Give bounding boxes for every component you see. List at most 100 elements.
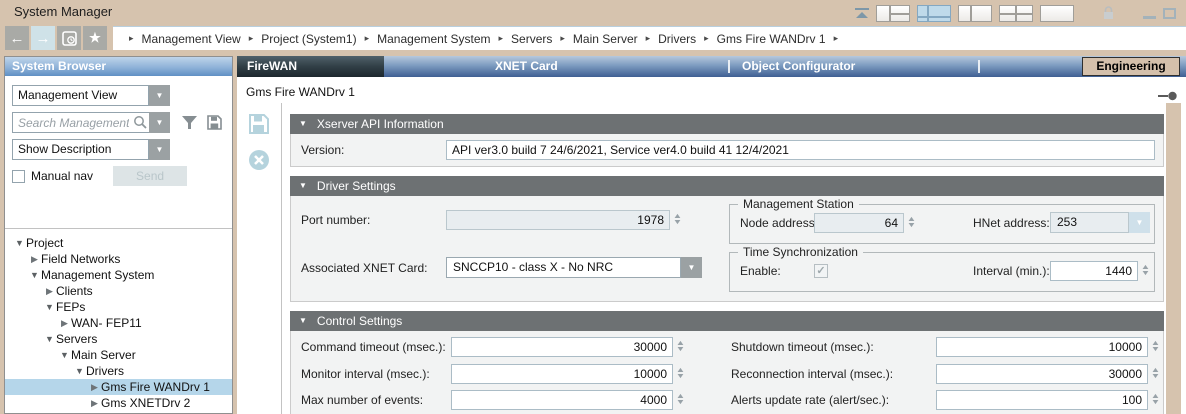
monitor-interval-stepper[interactable]: ▲▼ <box>674 364 686 384</box>
interval-stepper[interactable]: ▲▼ <box>1139 261 1151 281</box>
tree-item-feps[interactable]: ▼FEPs <box>5 299 232 315</box>
shutdown-timeout-field[interactable] <box>936 337 1148 357</box>
divider <box>281 103 282 414</box>
layout-preset-3-button[interactable] <box>958 5 992 22</box>
chevron-down-icon[interactable]: ▼ <box>149 139 170 160</box>
control-row: Max number of events: ▲▼ Alerts update r… <box>291 390 1163 410</box>
search-input[interactable] <box>12 112 149 133</box>
save-button[interactable] <box>248 113 270 135</box>
maximize-icon[interactable] <box>1163 8 1176 19</box>
command-timeout-field[interactable] <box>451 337 673 357</box>
tree-expander-icon[interactable]: ▶ <box>28 254 41 265</box>
layout-preset-1-button[interactable] <box>876 5 910 22</box>
tree-expander-icon[interactable]: ▶ <box>88 398 101 409</box>
manual-nav-checkbox[interactable] <box>12 170 25 183</box>
breadcrumb-item[interactable]: Management System <box>377 32 490 46</box>
tab-xnet-card[interactable]: XNET Card <box>495 56 558 77</box>
tree-item-label: Management System <box>41 268 154 282</box>
max-events-field[interactable] <box>451 390 673 410</box>
object-title: Gms Fire WANDrv 1 <box>246 85 355 99</box>
filter-icon[interactable] <box>182 116 197 129</box>
tree-expander-icon[interactable]: ▶ <box>88 382 101 393</box>
lock-icon <box>1102 6 1115 21</box>
display-mode-selector[interactable]: Show Description ▼ <box>12 139 170 160</box>
forward-button[interactable]: → <box>31 26 55 50</box>
tree-item-servers[interactable]: ▼Servers <box>5 331 232 347</box>
chevron-down-icon[interactable]: ▼ <box>149 85 170 106</box>
system-browser-panel: System Browser Management View ▼ ▼ <box>4 56 233 414</box>
system-manager-window: System Manager ← → ★ ▸ Management View ▸… <box>0 0 1186 414</box>
interval-field[interactable] <box>1050 261 1138 281</box>
tree-expander-icon[interactable]: ▼ <box>43 334 56 344</box>
alerts-update-rate-stepper[interactable]: ▲▼ <box>1149 390 1161 410</box>
monitor-interval-field[interactable] <box>451 364 673 384</box>
breadcrumb-item[interactable]: Gms Fire WANDrv 1 <box>717 32 826 46</box>
tree-expander-icon[interactable]: ▼ <box>58 350 71 360</box>
max-events-stepper[interactable]: ▲▼ <box>674 390 686 410</box>
engineering-mode-button[interactable]: Engineering <box>1082 57 1180 76</box>
section-header-control[interactable]: ▼ Control Settings <box>290 311 1164 331</box>
tree-item-management-system[interactable]: ▼Management System <box>5 267 232 283</box>
window-title: System Manager <box>14 4 112 19</box>
collapse-triangle-icon[interactable]: ▼ <box>299 176 307 196</box>
collapse-triangle-icon[interactable]: ▼ <box>299 311 307 331</box>
breadcrumb-item[interactable]: Servers <box>511 32 552 46</box>
shutdown-timeout-stepper[interactable]: ▲▼ <box>1149 337 1161 357</box>
reconnection-interval-stepper[interactable]: ▲▼ <box>1149 364 1161 384</box>
view-selector[interactable]: Management View ▼ <box>12 85 170 106</box>
tree-item-field-networks[interactable]: ▶Field Networks <box>5 251 232 267</box>
tab-firewan[interactable]: FireWAN <box>237 56 384 77</box>
tree-item-clients[interactable]: ▶Clients <box>5 283 232 299</box>
management-station-group: Management Station Node address: ▲▼ HNet… <box>729 204 1155 244</box>
collapse-panel-icon[interactable] <box>855 8 869 19</box>
system-tree: ▼Project ▶Field Networks ▼Management Sys… <box>5 228 232 413</box>
tree-item-wan-fep11[interactable]: ▶WAN- FEP11 <box>5 315 232 331</box>
tree-expander-icon[interactable]: ▼ <box>13 238 26 248</box>
scrollbar-gutter[interactable] <box>1166 103 1181 414</box>
search-dropdown-button[interactable]: ▼ <box>149 112 170 133</box>
breadcrumb-item[interactable]: Drivers <box>658 32 696 46</box>
tree-item-drivers[interactable]: ▼Drivers <box>5 363 232 379</box>
tree-expander-icon[interactable]: ▼ <box>73 366 86 376</box>
tree-expander-icon[interactable]: ▼ <box>43 302 56 312</box>
breadcrumb-item[interactable]: Project (System1) <box>261 32 356 46</box>
enable-label: Enable: <box>740 261 781 281</box>
tree-item-gms-fire-wandrv-1[interactable]: ▶Gms Fire WANDrv 1 <box>5 379 232 395</box>
breadcrumb-item[interactable]: Main Server <box>573 32 638 46</box>
associated-xnet-card-value: SNCCP10 - class X - No NRC <box>446 257 681 278</box>
breadcrumb-item[interactable]: Management View <box>142 32 241 46</box>
favorites-button[interactable]: ★ <box>83 26 107 50</box>
tree-item-project[interactable]: ▼Project <box>5 235 232 251</box>
tree-expander-icon[interactable]: ▶ <box>58 318 71 329</box>
chevron-down-icon[interactable]: ▼ <box>681 257 702 278</box>
associated-xnet-card-selector[interactable]: SNCCP10 - class X - No NRC ▼ <box>446 257 702 278</box>
action-strip <box>237 103 281 414</box>
save-filter-icon[interactable] <box>207 115 222 130</box>
discard-button[interactable] <box>248 149 270 171</box>
layout-preset-4-button[interactable] <box>999 5 1033 22</box>
section-header-xserver[interactable]: ▼ Xserver API Information <box>290 114 1164 134</box>
send-button[interactable]: Send <box>113 166 187 186</box>
collapse-triangle-icon[interactable]: ▼ <box>299 114 307 134</box>
tree-item-event-manager[interactable]: Event Manager <box>5 411 232 413</box>
tree-item-label: Project <box>26 236 63 250</box>
tree-expander-icon[interactable]: ▼ <box>28 270 41 280</box>
tree-expander-icon[interactable]: ▶ <box>43 286 56 297</box>
section-xserver-api: ▼ Xserver API Information Version: <box>290 114 1164 167</box>
tree-item-main-server[interactable]: ▼Main Server <box>5 347 232 363</box>
interval-label: Interval (min.): <box>973 261 1050 281</box>
layout-preset-2-button[interactable] <box>917 5 951 22</box>
tree-item-label: FEPs <box>56 300 85 314</box>
recent-history-button[interactable] <box>57 26 81 50</box>
minimize-icon[interactable] <box>1143 16 1156 19</box>
tree-item-gms-xnetdrv-2[interactable]: ▶Gms XNETDrv 2 <box>5 395 232 411</box>
back-button[interactable]: ← <box>5 26 29 50</box>
section-control-settings: ▼ Control Settings Command timeout (msec… <box>290 311 1164 414</box>
command-timeout-stepper[interactable]: ▲▼ <box>674 337 686 357</box>
layout-preset-5-button[interactable] <box>1040 5 1074 22</box>
reconnection-interval-field[interactable] <box>936 364 1148 384</box>
section-header-driver[interactable]: ▼ Driver Settings <box>290 176 1164 196</box>
tab-object-configurator[interactable]: Object Configurator <box>742 56 855 77</box>
alerts-update-rate-field[interactable] <box>936 390 1148 410</box>
breadcrumb-arrow-icon: ▸ <box>129 33 134 44</box>
